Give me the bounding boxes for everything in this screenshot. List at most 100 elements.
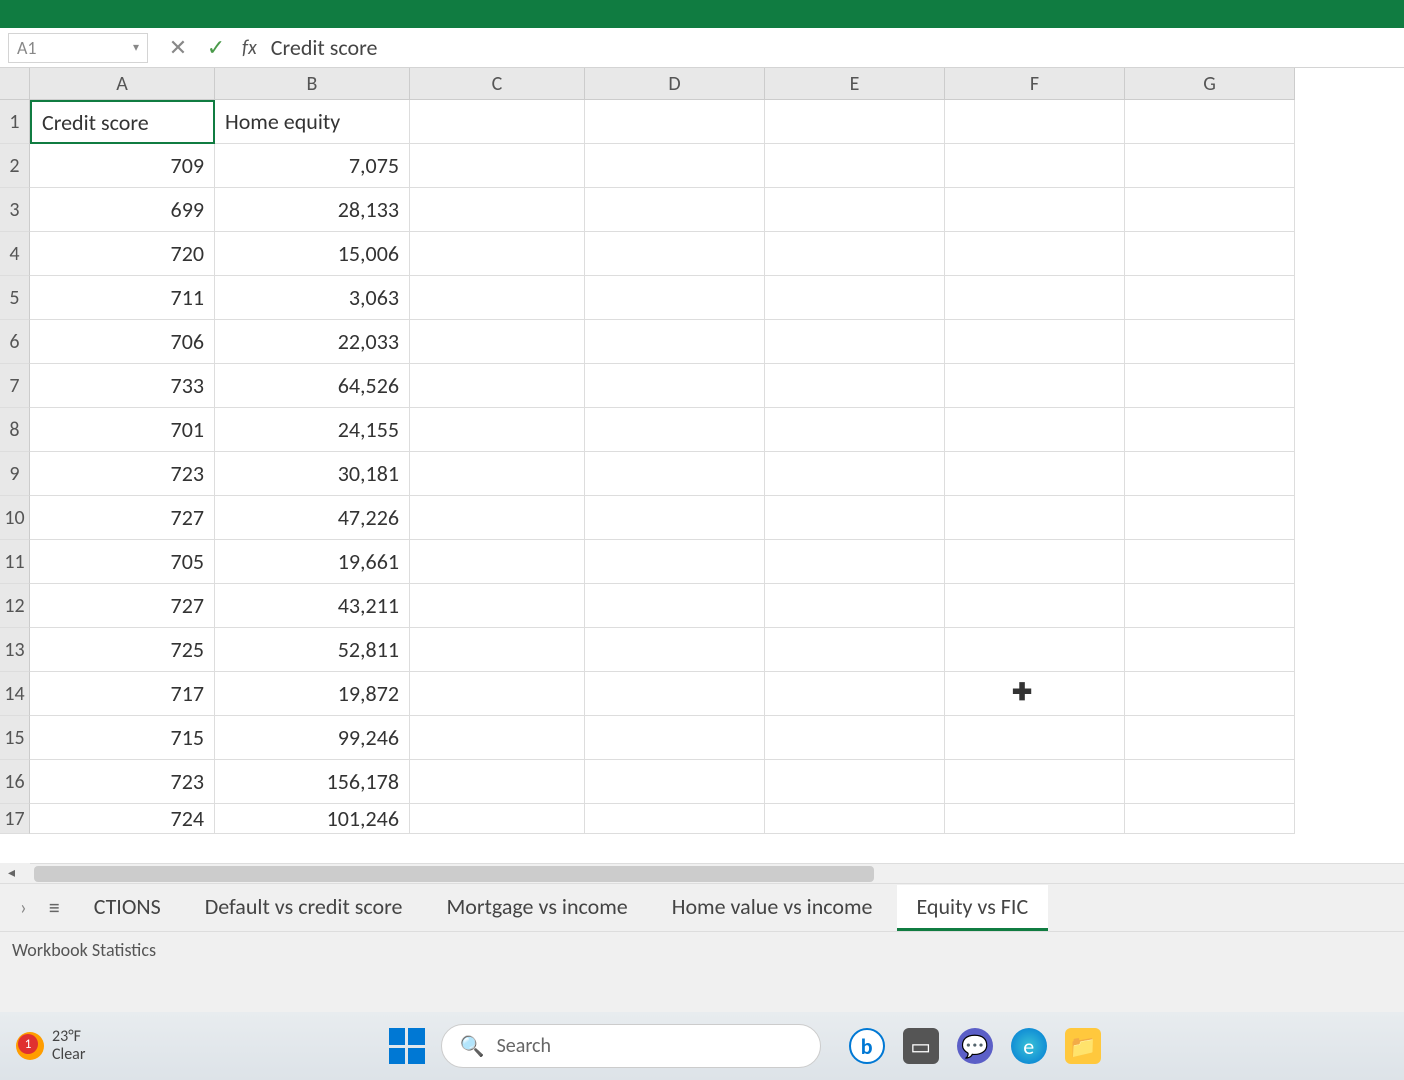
row-header-12[interactable]: 12 — [0, 584, 30, 628]
cell-G17[interactable] — [1125, 804, 1295, 834]
cell-F3[interactable] — [945, 188, 1125, 232]
cells-area[interactable]: Credit scoreHome equity7097,07569928,133… — [30, 100, 1295, 834]
cell-B8[interactable]: 24,155 — [215, 408, 410, 452]
cell-G1[interactable] — [1125, 100, 1295, 144]
cell-D3[interactable] — [585, 188, 765, 232]
cell-D8[interactable] — [585, 408, 765, 452]
cell-F11[interactable] — [945, 540, 1125, 584]
cell-C3[interactable] — [410, 188, 585, 232]
confirm-icon[interactable]: ✓ — [202, 34, 230, 61]
cell-B5[interactable]: 3,063 — [215, 276, 410, 320]
cell-B17[interactable]: 101,246 — [215, 804, 410, 834]
cell-G13[interactable] — [1125, 628, 1295, 672]
cell-G11[interactable] — [1125, 540, 1295, 584]
cell-C9[interactable] — [410, 452, 585, 496]
windows-start-icon[interactable] — [389, 1028, 425, 1064]
cell-G3[interactable] — [1125, 188, 1295, 232]
cell-F12[interactable] — [945, 584, 1125, 628]
file-explorer-icon[interactable]: 📁 — [1065, 1028, 1101, 1064]
cell-F17[interactable] — [945, 804, 1125, 834]
cell-A15[interactable]: 715 — [30, 716, 215, 760]
row-header-4[interactable]: 4 — [0, 232, 30, 276]
cell-A14[interactable]: 717 — [30, 672, 215, 716]
horizontal-scrollbar[interactable]: ◂ — [30, 863, 1404, 883]
cell-C6[interactable] — [410, 320, 585, 364]
row-header-13[interactable]: 13 — [0, 628, 30, 672]
cell-A6[interactable]: 706 — [30, 320, 215, 364]
cell-F15[interactable] — [945, 716, 1125, 760]
row-header-3[interactable]: 3 — [0, 188, 30, 232]
column-header-F[interactable]: F — [945, 68, 1125, 100]
row-header-7[interactable]: 7 — [0, 364, 30, 408]
cell-D11[interactable] — [585, 540, 765, 584]
cell-A5[interactable]: 711 — [30, 276, 215, 320]
cell-D7[interactable] — [585, 364, 765, 408]
row-header-5[interactable]: 5 — [0, 276, 30, 320]
name-box[interactable]: A1 ▾ — [8, 33, 148, 63]
cell-G15[interactable] — [1125, 716, 1295, 760]
cell-F7[interactable] — [945, 364, 1125, 408]
cell-E5[interactable] — [765, 276, 945, 320]
cell-C12[interactable] — [410, 584, 585, 628]
cell-C2[interactable] — [410, 144, 585, 188]
cell-E17[interactable] — [765, 804, 945, 834]
cell-C10[interactable] — [410, 496, 585, 540]
row-header-9[interactable]: 9 — [0, 452, 30, 496]
cell-C16[interactable] — [410, 760, 585, 804]
cell-G5[interactable] — [1125, 276, 1295, 320]
cell-F9[interactable] — [945, 452, 1125, 496]
cell-A17[interactable]: 724 — [30, 804, 215, 834]
cell-D14[interactable] — [585, 672, 765, 716]
cell-A7[interactable]: 733 — [30, 364, 215, 408]
cell-D10[interactable] — [585, 496, 765, 540]
cell-A2[interactable]: 709 — [30, 144, 215, 188]
cell-E12[interactable] — [765, 584, 945, 628]
cell-D5[interactable] — [585, 276, 765, 320]
scrollbar-thumb[interactable] — [34, 866, 874, 882]
cell-B14[interactable]: 19,872 — [215, 672, 410, 716]
cell-G8[interactable] — [1125, 408, 1295, 452]
row-header-6[interactable]: 6 — [0, 320, 30, 364]
cell-E9[interactable] — [765, 452, 945, 496]
cell-D2[interactable] — [585, 144, 765, 188]
cell-B9[interactable]: 30,181 — [215, 452, 410, 496]
cell-B13[interactable]: 52,811 — [215, 628, 410, 672]
cell-E15[interactable] — [765, 716, 945, 760]
tab-nav-next-icon[interactable]: › — [12, 896, 35, 920]
cell-A1[interactable]: Credit score — [30, 100, 215, 144]
cell-C5[interactable] — [410, 276, 585, 320]
row-header-17[interactable]: 17 — [0, 804, 30, 834]
tab-mortgage-vs-income[interactable]: Mortgage vs income — [426, 885, 647, 931]
cell-F1[interactable] — [945, 100, 1125, 144]
cell-F4[interactable] — [945, 232, 1125, 276]
cell-D13[interactable] — [585, 628, 765, 672]
row-header-2[interactable]: 2 — [0, 144, 30, 188]
cell-C13[interactable] — [410, 628, 585, 672]
cell-G4[interactable] — [1125, 232, 1295, 276]
cell-E13[interactable] — [765, 628, 945, 672]
cell-B1[interactable]: Home equity — [215, 100, 410, 144]
cell-E8[interactable] — [765, 408, 945, 452]
workbook-statistics[interactable]: Workbook Statistics — [12, 939, 156, 961]
cell-C7[interactable] — [410, 364, 585, 408]
chevron-down-icon[interactable]: ▾ — [133, 40, 139, 55]
row-header-1[interactable]: 1 — [0, 100, 30, 144]
cell-E2[interactable] — [765, 144, 945, 188]
cell-D9[interactable] — [585, 452, 765, 496]
column-header-C[interactable]: C — [410, 68, 585, 100]
cell-C4[interactable] — [410, 232, 585, 276]
fx-icon[interactable]: fx — [242, 36, 257, 60]
cell-B4[interactable]: 15,006 — [215, 232, 410, 276]
cell-B6[interactable]: 22,033 — [215, 320, 410, 364]
row-header-14[interactable]: 14 — [0, 672, 30, 716]
cell-D12[interactable] — [585, 584, 765, 628]
cell-C8[interactable] — [410, 408, 585, 452]
row-header-10[interactable]: 10 — [0, 496, 30, 540]
cell-C17[interactable] — [410, 804, 585, 834]
cell-F2[interactable] — [945, 144, 1125, 188]
row-header-11[interactable]: 11 — [0, 540, 30, 584]
cell-D17[interactable] — [585, 804, 765, 834]
row-header-16[interactable]: 16 — [0, 760, 30, 804]
cell-A12[interactable]: 727 — [30, 584, 215, 628]
cell-A16[interactable]: 723 — [30, 760, 215, 804]
